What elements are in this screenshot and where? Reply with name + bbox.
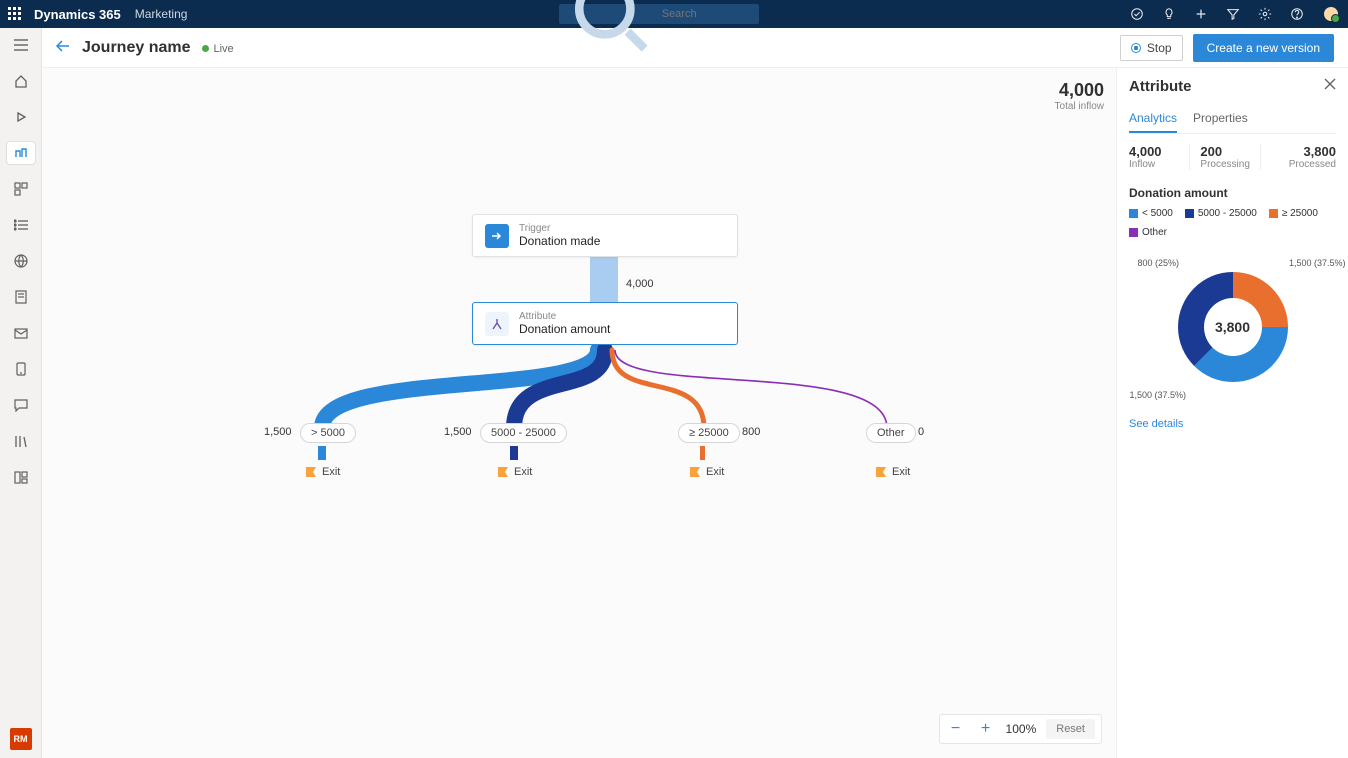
panel-tabs: Analytics Properties — [1129, 105, 1336, 134]
branch-count-2: 1,500 — [444, 426, 472, 438]
global-search[interactable] — [559, 4, 759, 24]
flow-connectors — [42, 68, 1116, 488]
flow-count-label: 4,000 — [626, 278, 654, 290]
status-indicator: Live — [202, 40, 233, 55]
filter-icon[interactable] — [1226, 7, 1240, 21]
user-avatar[interactable] — [1322, 5, 1340, 23]
donut-label-a: 800 (25%) — [1138, 258, 1180, 268]
rail-library[interactable] — [7, 430, 35, 452]
zoom-in-button[interactable]: + — [976, 719, 996, 739]
rail-hamburger[interactable] — [7, 34, 35, 56]
branch-pill-4[interactable]: Other — [866, 423, 916, 443]
exit-3: Exit — [690, 466, 724, 478]
properties-panel: Attribute Analytics Properties 4,000Infl… — [1116, 68, 1348, 758]
rail-home[interactable] — [7, 70, 35, 92]
branch-stub-1 — [318, 446, 326, 460]
rail-globe[interactable] — [7, 250, 35, 272]
left-nav-rail: RM — [0, 28, 42, 758]
donut-label-b: 1,500 (37.5%) — [1289, 258, 1346, 268]
tab-properties[interactable]: Properties — [1193, 105, 1248, 133]
total-inflow-metric: 4,000 Total inflow — [1055, 80, 1104, 112]
zoom-control: − + 100% Reset — [939, 714, 1102, 744]
flag-icon — [306, 467, 316, 477]
attribute-icon — [485, 312, 509, 336]
rail-chat[interactable] — [7, 394, 35, 416]
see-details-link[interactable]: See details — [1129, 418, 1336, 430]
panel-title: Attribute — [1129, 78, 1336, 95]
zoom-out-button[interactable]: − — [946, 719, 966, 739]
zoom-level: 100% — [1006, 722, 1037, 736]
assist-icon[interactable] — [1130, 7, 1144, 21]
rail-play[interactable] — [7, 106, 35, 128]
global-top-bar: Dynamics 365 Marketing — [0, 0, 1348, 28]
rail-assets[interactable] — [7, 466, 35, 488]
brand-label: Dynamics 365 — [34, 7, 121, 22]
stop-icon — [1131, 43, 1141, 53]
rail-mobile[interactable] — [7, 358, 35, 380]
node-trigger[interactable]: TriggerDonation made — [472, 214, 738, 257]
search-input[interactable] — [662, 8, 753, 20]
trigger-icon — [485, 224, 509, 248]
branch-pill-2[interactable]: 5000 - 25000 — [480, 423, 567, 443]
donut-center-value: 3,800 — [1204, 298, 1262, 356]
lightbulb-icon[interactable] — [1162, 7, 1176, 21]
flag-icon — [690, 467, 700, 477]
zoom-reset-button[interactable]: Reset — [1046, 719, 1095, 739]
page-title: Journey name — [82, 39, 190, 57]
panel-section-title: Donation amount — [1129, 186, 1336, 200]
rail-list[interactable] — [7, 214, 35, 236]
gear-icon[interactable] — [1258, 7, 1272, 21]
panel-stats: 4,000Inflow 200Processing 3,800Processed — [1129, 144, 1336, 170]
donut-chart: 3,800 800 (25%) 1,500 (37.5%) 1,500 (37.… — [1138, 252, 1328, 402]
panel-close-button[interactable] — [1324, 78, 1336, 93]
branch-stub-3 — [700, 446, 705, 460]
help-icon[interactable] — [1290, 7, 1304, 21]
exit-1: Exit — [306, 466, 340, 478]
app-launcher-icon[interactable] — [8, 7, 22, 21]
stop-button[interactable]: Stop — [1120, 35, 1183, 61]
exit-2: Exit — [498, 466, 532, 478]
branch-count-4: 0 — [918, 426, 924, 438]
create-version-button[interactable]: Create a new version — [1193, 34, 1334, 62]
flag-icon — [876, 467, 886, 477]
back-button[interactable] — [56, 40, 70, 55]
rail-form[interactable] — [7, 286, 35, 308]
branch-pill-1[interactable]: > 5000 — [300, 423, 356, 443]
rail-journey[interactable] — [7, 142, 35, 164]
flag-icon — [498, 467, 508, 477]
branch-count-1: 1,500 — [264, 426, 292, 438]
exit-4: Exit — [876, 466, 910, 478]
branch-stub-2 — [510, 446, 518, 460]
top-right-icons — [1130, 5, 1340, 23]
journey-canvas[interactable]: 4,000 Total inflow — [42, 68, 1116, 758]
chart-legend: < 5000 5000 - 25000 ≥ 25000 Other — [1129, 208, 1336, 238]
page-header: Journey name Live Stop Create a new vers… — [42, 28, 1348, 68]
tab-analytics[interactable]: Analytics — [1129, 105, 1177, 133]
branch-count-3: 800 — [742, 426, 760, 438]
node-attribute[interactable]: AttributeDonation amount — [472, 302, 738, 345]
plus-icon[interactable] — [1194, 7, 1208, 21]
rail-mail[interactable] — [7, 322, 35, 344]
persona-badge[interactable]: RM — [10, 728, 32, 750]
donut-label-c: 1,500 (37.5%) — [1130, 390, 1187, 400]
area-label: Marketing — [135, 7, 188, 21]
rail-segments[interactable] — [7, 178, 35, 200]
branch-pill-3[interactable]: ≥ 25000 — [678, 423, 740, 443]
